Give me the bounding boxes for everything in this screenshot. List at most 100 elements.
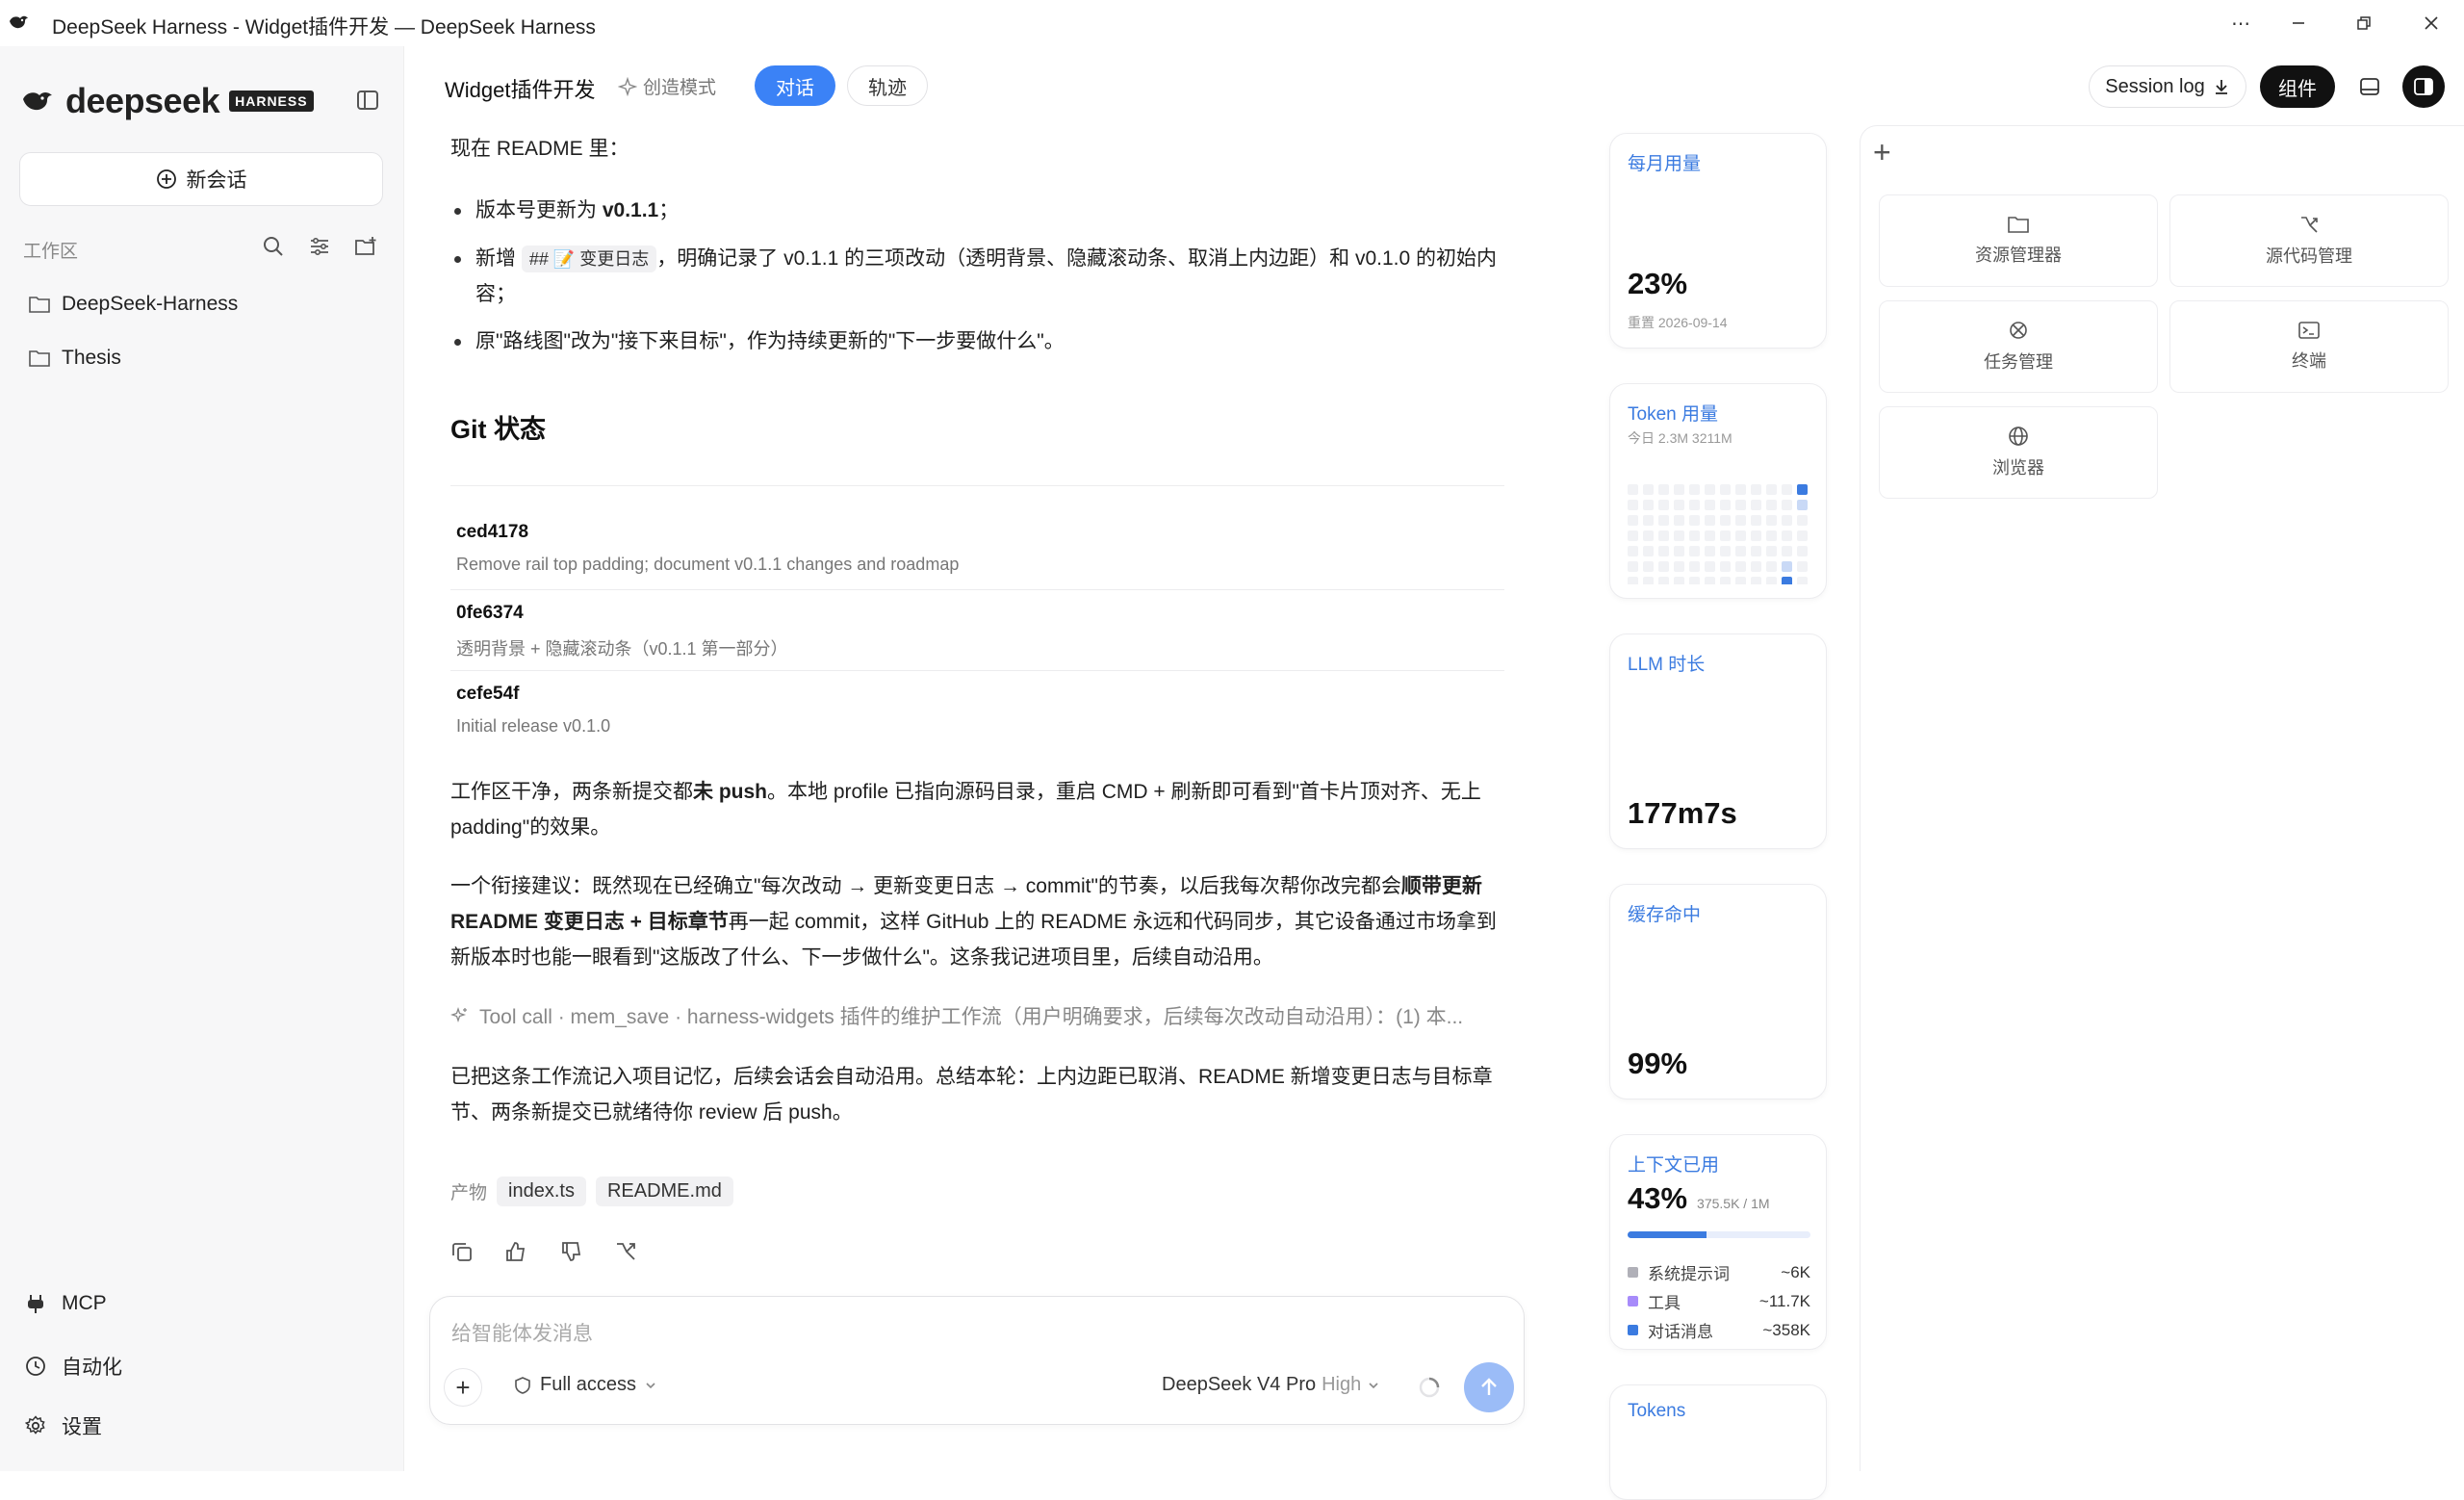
heatmap-cell (1720, 561, 1731, 572)
heatmap-cell (1658, 530, 1669, 541)
tile-label: 终端 (2292, 351, 2326, 371)
tile-explorer[interactable]: 资源管理器 (1879, 194, 2158, 287)
paragraph-suggestion: 一个衔接建议：既然现在已经确立"每次改动 → 更新变更日志 → commit"的… (450, 868, 1504, 975)
heatmap-cell (1782, 500, 1792, 510)
copy-icon[interactable] (447, 1236, 477, 1267)
heatmap-cell (1689, 577, 1700, 584)
paragraph-workspace-clean: 工作区干净，两条新提交都未 push。本地 profile 已指向源码目录，重启… (450, 774, 1504, 845)
legend-label: 系统提示词 (1648, 1265, 1730, 1283)
heatmap-cell (1766, 484, 1777, 495)
message-input[interactable]: 给智能体发消息 (451, 1318, 593, 1347)
heatmap-cell (1658, 561, 1669, 572)
plug-icon (28, 1295, 43, 1313)
heatmap-cell (1735, 484, 1746, 495)
sidebar-toggle-icon[interactable] (352, 85, 383, 116)
heatmap-cell (1658, 577, 1669, 584)
text: 一个衔接建议：既然现在已经确立"每次改动 → 更新变更日志 → commit"的… (450, 875, 1401, 897)
search-icon[interactable] (260, 233, 287, 260)
right-panel-toggle-icon[interactable] (2402, 65, 2445, 108)
thumbs-up-icon[interactable] (500, 1236, 531, 1267)
artifacts-row: 产物 index.ts README.md (450, 1177, 733, 1206)
tokens-card[interactable]: Tokens (1609, 1384, 1827, 1500)
llm-duration-card[interactable]: LLM 时长 177m7s (1609, 634, 1827, 849)
commit-hash: ced4178 (456, 522, 529, 542)
heatmap-cell (1751, 530, 1761, 541)
model-selector[interactable]: DeepSeek V4 Pro High (1162, 1374, 1380, 1396)
creation-mode-indicator[interactable]: 创造模式 (618, 73, 716, 99)
heatmap-cell (1674, 546, 1684, 556)
tile-task-manager[interactable]: 任务管理 (1879, 300, 2158, 393)
heatmap-cell (1735, 500, 1746, 510)
heatmap-cell (1782, 515, 1792, 526)
heatmap-cell (1720, 500, 1731, 510)
card-label: 上下文已用 (1628, 1155, 1720, 1176)
commit-message: Remove rail top padding; document v0.1.1… (456, 555, 960, 574)
shield-icon (515, 1376, 530, 1394)
tile-source-control[interactable]: 源代码管理 (2169, 194, 2449, 287)
tile-label: 源代码管理 (2266, 246, 2352, 266)
model-level: High (1322, 1374, 1362, 1395)
more-icon[interactable]: ⋯ (2221, 8, 2260, 39)
heatmap-cell (1689, 515, 1700, 526)
terminal-icon (2298, 322, 2320, 339)
commit-hash: cefe54f (456, 684, 520, 704)
heatmap-cell (1766, 530, 1777, 541)
heatmap-cell (1797, 546, 1808, 556)
filter-icon[interactable] (306, 233, 333, 260)
tool-call-row[interactable]: Tool call · mem_save · harness-widgets 插… (450, 1001, 1504, 1030)
sidebar-item-mcp[interactable]: MCP (25, 1292, 107, 1315)
workspace-item-label: DeepSeek-Harness (62, 293, 239, 315)
sidebar-item-settings[interactable]: 设置 (25, 1411, 102, 1440)
new-chat-button[interactable]: 新会话 (19, 152, 383, 206)
heatmap-cell (1720, 515, 1731, 526)
heatmap-cell (1643, 515, 1654, 526)
card-value: 43% (1628, 1181, 1688, 1215)
divider (450, 485, 1504, 486)
restore-icon[interactable] (2345, 8, 2383, 39)
add-widget-icon[interactable]: + (1873, 135, 1891, 170)
bottom-panel-toggle-icon[interactable] (2348, 65, 2391, 108)
heatmap-cell (1782, 546, 1792, 556)
tile-browser[interactable]: 浏览器 (1879, 406, 2158, 499)
legend-row: 系统提示词 ~6K (1628, 1260, 1810, 1284)
branch-icon[interactable] (610, 1236, 641, 1267)
legend-value: ~358K (1762, 1320, 1810, 1339)
heatmap-cell (1628, 561, 1638, 572)
sidebar-item-automation[interactable]: 自动化 (25, 1352, 122, 1381)
workspace-item-thesis[interactable]: Thesis (29, 339, 121, 377)
heatmap-cell (1766, 546, 1777, 556)
minimize-icon[interactable] (2279, 8, 2318, 39)
token-usage-card[interactable]: Token 用量 今日 2.3M 3211M (1609, 383, 1827, 599)
tile-terminal[interactable]: 终端 (2169, 300, 2449, 393)
widgets-button[interactable]: 组件 (2260, 65, 2335, 108)
card-label: 缓存命中 (1628, 905, 1702, 925)
inline-code: ## 📝 变更日志 (521, 246, 657, 272)
heatmap-cell (1643, 546, 1654, 556)
tile-label: 资源管理器 (1975, 246, 2062, 265)
git-branch-icon (2301, 217, 2318, 233)
commit-message: 透明背景 + 隐藏滚动条（v0.1.1 第一部分） (456, 639, 788, 659)
session-log-label: Session log (2105, 75, 2205, 97)
bold-text: 未 push (693, 781, 767, 803)
gear-icon (25, 1415, 45, 1435)
tab-trace[interactable]: 轨迹 (847, 65, 928, 106)
cache-hit-card[interactable]: 缓存命中 99% (1609, 884, 1827, 1099)
heatmap-cell (1735, 561, 1746, 572)
heatmap-cell (1705, 577, 1715, 584)
attach-button[interactable]: + (444, 1368, 482, 1407)
new-folder-icon[interactable] (352, 233, 379, 260)
thumbs-down-icon[interactable] (556, 1236, 587, 1267)
artifact-chip[interactable]: README.md (595, 1177, 733, 1206)
workspace-item-deepseek-harness[interactable]: DeepSeek-Harness (29, 285, 238, 323)
close-icon[interactable] (2412, 8, 2451, 39)
heatmap-cell (1735, 515, 1746, 526)
monthly-usage-card[interactable]: 每月用量 23% 重置 2026-09-14 (1609, 133, 1827, 349)
context-used-card[interactable]: 上下文已用 43% 375.5K / 1M 系统提示词 ~6K 工具 ~11.7… (1609, 1134, 1827, 1350)
session-log-button[interactable]: Session log (2089, 65, 2246, 108)
sidebar-item-label: 自动化 (62, 1357, 122, 1379)
heatmap-cell (1705, 561, 1715, 572)
tab-chat[interactable]: 对话 (755, 65, 835, 106)
send-button[interactable] (1464, 1362, 1514, 1412)
access-selector[interactable]: Full access (513, 1374, 657, 1396)
artifact-chip[interactable]: index.ts (497, 1177, 586, 1206)
